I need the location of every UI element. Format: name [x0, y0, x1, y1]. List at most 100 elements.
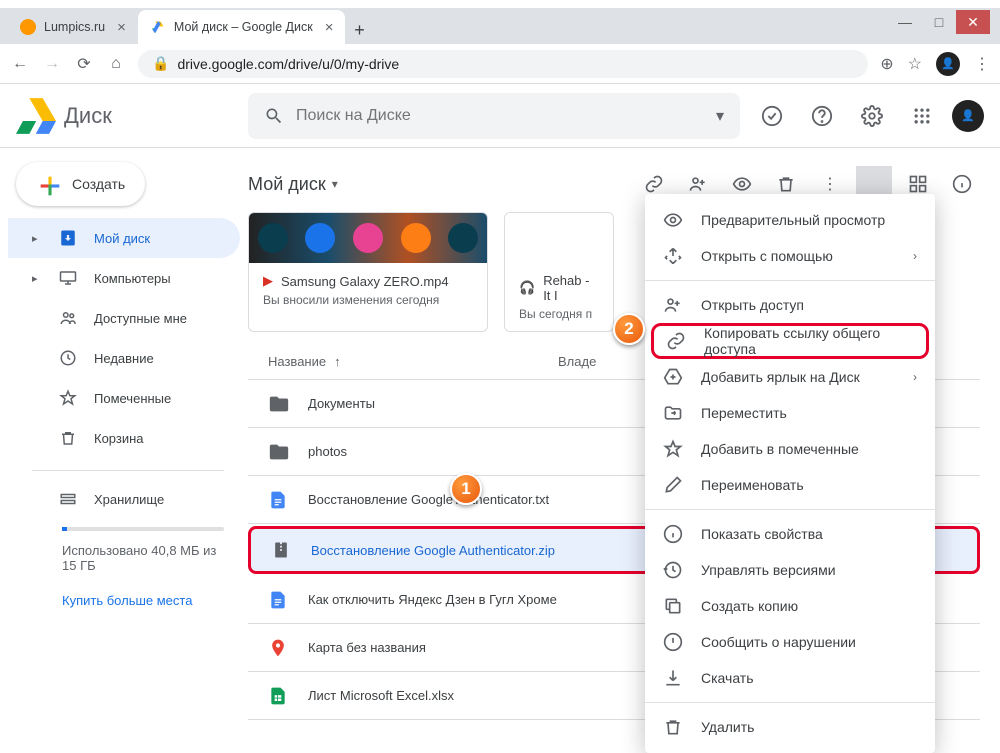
drive-add-icon: [663, 367, 683, 387]
window-minimize[interactable]: —: [888, 10, 922, 34]
drive-icon: [58, 229, 78, 247]
sidebar: Создать ▸ Мой диск ▸ Компьютеры ▸ Доступ…: [0, 148, 240, 710]
zoom-icon[interactable]: ⊕: [880, 54, 893, 74]
sidebar-label: Недавние: [94, 351, 154, 366]
file-name: Восстановление Google Authenticator.txt: [308, 492, 549, 507]
sort-name[interactable]: Название: [268, 354, 326, 369]
folder-icon: [268, 393, 308, 415]
ctx-label: Скачать: [701, 670, 754, 686]
apps-icon[interactable]: [902, 96, 942, 136]
reload-icon[interactable]: ⟳: [74, 54, 94, 74]
forward-icon[interactable]: →: [42, 55, 62, 73]
lumpics-favicon-icon: [20, 19, 36, 35]
video-icon: ▶: [263, 273, 273, 289]
arrow-up-icon: ↑: [334, 354, 341, 369]
sidebar-item-storage[interactable]: ▸ Хранилище: [8, 479, 240, 519]
ctx-trash[interactable]: Удалить: [645, 709, 935, 745]
file-name: Восстановление Google Authenticator.zip: [311, 543, 555, 558]
doc-icon: [268, 590, 308, 610]
trash-icon: [58, 429, 78, 447]
chevron-down-icon: ▾: [332, 177, 338, 191]
copy-icon: [663, 596, 683, 616]
info-icon: [663, 524, 683, 544]
window-close[interactable]: ✕: [956, 10, 990, 34]
star-icon: [58, 389, 78, 407]
search-dropdown-icon[interactable]: ▾: [716, 106, 724, 126]
sidebar-label: Компьютеры: [94, 271, 171, 286]
breadcrumb[interactable]: Мой диск ▾: [248, 174, 338, 195]
window-maximize[interactable]: □: [922, 10, 956, 34]
rename-icon: [663, 475, 683, 495]
ctx-person-add[interactable]: Открыть доступ: [645, 287, 935, 323]
ready-offline-icon[interactable]: [752, 96, 792, 136]
ctx-open[interactable]: Открыть с помощью ›: [645, 238, 935, 274]
open-icon: [663, 246, 683, 266]
sidebar-item-mydrive[interactable]: ▸ Мой диск: [8, 218, 240, 258]
account-avatar-icon[interactable]: 👤: [952, 100, 984, 132]
ctx-report[interactable]: Сообщить о нарушении: [645, 624, 935, 660]
ctx-label: Создать копию: [701, 598, 798, 614]
ctx-info[interactable]: Показать свойства: [645, 516, 935, 552]
sidebar-item-shared[interactable]: ▸ Доступные мне: [8, 298, 240, 338]
home-icon[interactable]: ⌂: [106, 55, 126, 73]
search-input[interactable]: [296, 107, 704, 125]
chevron-right-icon: ›: [913, 370, 917, 384]
suggestion-card[interactable]: 🎧Rehab - It I Вы сегодня п: [504, 212, 614, 332]
ctx-rename[interactable]: Переименовать: [645, 467, 935, 503]
ctx-copy[interactable]: Создать копию: [645, 588, 935, 624]
menu-icon[interactable]: ⋮: [974, 54, 990, 74]
search-icon: [264, 106, 284, 126]
tab-close-icon[interactable]: ×: [325, 19, 334, 36]
file-name: Документы: [308, 396, 375, 411]
star-icon: [663, 439, 683, 459]
browser-tab-drive[interactable]: Мой диск – Google Диск ×: [138, 10, 346, 44]
new-tab-button[interactable]: +: [345, 16, 373, 44]
profile-avatar-icon[interactable]: 👤: [936, 52, 960, 76]
sidebar-item-starred[interactable]: ▸ Помеченные: [8, 378, 240, 418]
col-owner[interactable]: Владе: [558, 354, 638, 369]
chevron-right-icon: ›: [913, 249, 917, 263]
back-icon[interactable]: ←: [10, 55, 30, 73]
ctx-eye[interactable]: Предварительный просмотр: [645, 202, 935, 238]
link-icon: [666, 331, 686, 351]
sidebar-label: Корзина: [94, 431, 144, 446]
sidebar-item-trash[interactable]: ▸ Корзина: [8, 418, 240, 458]
drive-logo-icon: [16, 96, 56, 136]
support-icon[interactable]: [802, 96, 842, 136]
ctx-label: Переместить: [701, 405, 787, 421]
ctx-versions[interactable]: Управлять версиями: [645, 552, 935, 588]
chevron-right-icon: ▸: [32, 232, 42, 245]
audio-icon: 🎧: [519, 280, 535, 296]
tab-title: Lumpics.ru: [44, 20, 105, 34]
ctx-label: Предварительный просмотр: [701, 212, 885, 228]
download-icon: [663, 668, 683, 688]
sidebar-item-computers[interactable]: ▸ Компьютеры: [8, 258, 240, 298]
search-box[interactable]: ▾: [248, 93, 740, 139]
map-icon: [268, 638, 308, 658]
tab-close-icon[interactable]: ×: [117, 19, 126, 36]
ctx-drive-add[interactable]: Добавить ярлык на Диск ›: [645, 359, 935, 395]
url-text: drive.google.com/drive/u/0/my-drive: [177, 56, 399, 72]
address-bar[interactable]: 🔒 drive.google.com/drive/u/0/my-drive: [138, 50, 868, 78]
ctx-star[interactable]: Добавить в помеченные: [645, 431, 935, 467]
sidebar-item-recent[interactable]: ▸ Недавние: [8, 338, 240, 378]
details-icon[interactable]: [944, 166, 980, 202]
sidebar-label: Мой диск: [94, 231, 150, 246]
browser-tab-lumpics[interactable]: Lumpics.ru ×: [8, 10, 138, 44]
drive-favicon-icon: [150, 19, 166, 35]
settings-icon[interactable]: [852, 96, 892, 136]
ctx-label: Открыть с помощью: [701, 248, 833, 264]
sidebar-label: Хранилище: [94, 492, 164, 507]
ctx-label: Добавить в помеченные: [701, 441, 859, 457]
folder-icon: [268, 441, 308, 463]
versions-icon: [663, 560, 683, 580]
create-button[interactable]: Создать: [16, 162, 145, 206]
ctx-download[interactable]: Скачать: [645, 660, 935, 696]
suggestion-card[interactable]: ▶Samsung Galaxy ZERO.mp4 Вы вносили изме…: [248, 212, 488, 332]
buy-storage-link[interactable]: Купить больше места: [8, 581, 240, 608]
bookmark-icon[interactable]: ☆: [908, 54, 922, 74]
ctx-link[interactable]: Копировать ссылку общего доступа: [651, 323, 929, 359]
annotation-badge-2: 2: [613, 313, 645, 345]
drive-logo[interactable]: Диск: [16, 96, 236, 136]
ctx-move[interactable]: Переместить: [645, 395, 935, 431]
